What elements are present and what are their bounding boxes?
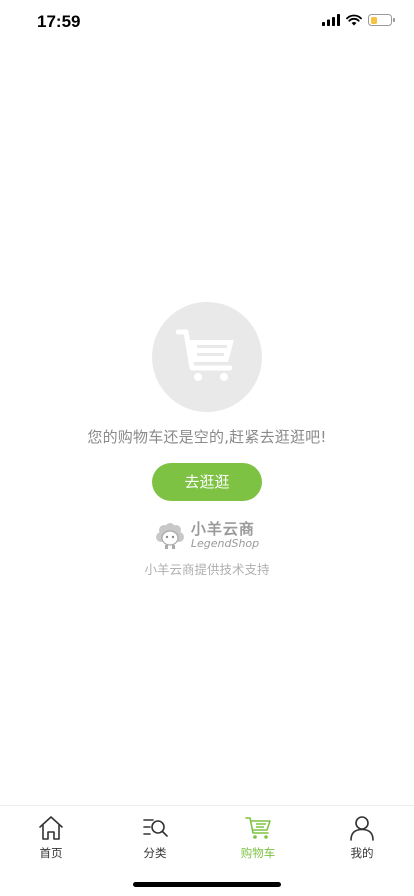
battery-icon: [368, 14, 395, 26]
empty-cart-illustration: [152, 302, 262, 412]
tab-category-label: 分类: [143, 846, 167, 860]
user-icon: [322, 814, 402, 844]
brand-name-en: LegendShop: [190, 537, 260, 551]
tab-home-label: 首页: [39, 846, 63, 860]
signal-icon: [322, 14, 340, 26]
tech-support: 小羊云商 LegendShop 小羊云商提供技术支持: [0, 521, 414, 578]
home-icon: [11, 814, 91, 844]
brand-logo: 小羊云商 LegendShop: [155, 521, 259, 551]
support-text: 小羊云商提供技术支持: [144, 562, 270, 577]
status-time: 17:59: [37, 12, 81, 31]
sheep-logo-icon: [155, 523, 184, 549]
bottom-tab-bar: 首页 分类 购物车 我的: [0, 805, 414, 896]
status-icons: [322, 14, 395, 26]
tab-profile-label: 我的: [350, 846, 374, 860]
tab-category[interactable]: 分类: [115, 814, 195, 861]
cart-icon: [176, 329, 234, 381]
status-bar: 17:59: [0, 0, 414, 44]
tab-cart[interactable]: 购物车: [218, 814, 298, 861]
tab-profile[interactable]: 我的: [322, 814, 402, 861]
home-indicator: [133, 882, 281, 887]
empty-cart-message: 您的购物车还是空的,赶紧去逛逛吧!: [87, 428, 327, 446]
category-search-icon: [115, 814, 195, 844]
tab-cart-label: 购物车: [240, 846, 276, 860]
empty-cart-state: 您的购物车还是空的,赶紧去逛逛吧! 去逛逛 小羊云商 LegendShop 小羊…: [0, 302, 414, 578]
tab-home[interactable]: 首页: [11, 814, 91, 861]
battery-level: [370, 16, 377, 24]
go-shopping-button[interactable]: 去逛逛: [152, 463, 262, 501]
brand-name-cn: 小羊云商: [190, 520, 255, 539]
wifi-icon: [346, 14, 362, 26]
cart-icon: [218, 814, 298, 844]
